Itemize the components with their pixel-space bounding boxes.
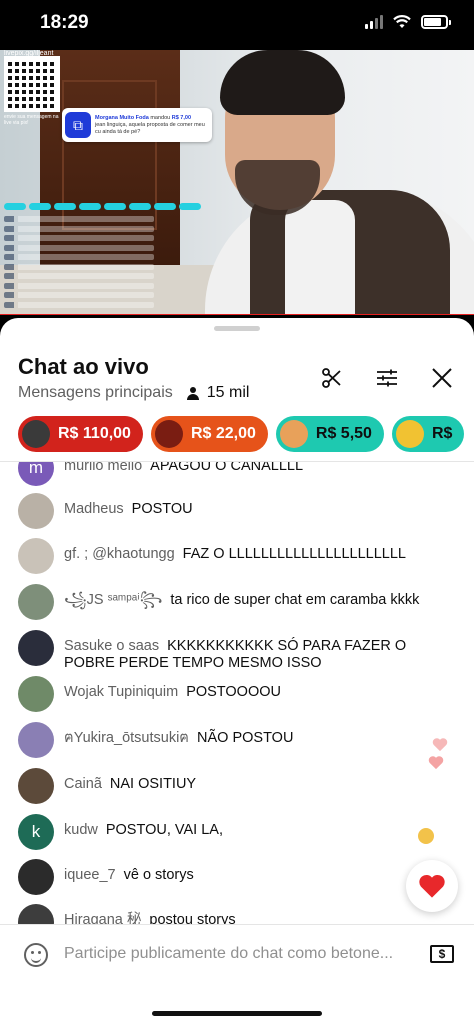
donation-verb: mandou: [150, 114, 171, 121]
avatar: k: [18, 814, 54, 850]
chat-input[interactable]: [64, 945, 404, 963]
signal-icon: [365, 15, 383, 29]
avatar: [22, 420, 50, 448]
message-author[interactable]: kudw: [64, 822, 98, 838]
avatar: [18, 722, 54, 758]
chat-mode[interactable]: Mensagens principais: [18, 384, 173, 402]
donation-amount: R$ 7,00: [171, 114, 191, 121]
chat-title: Chat ao vivo: [18, 354, 149, 379]
super-chat-ticker: R$ 110,00 R$ 22,00 R$ 5,50 R$: [18, 416, 465, 452]
message-author[interactable]: murilo mello: [64, 462, 142, 474]
chat-message: Sasuke o saas KKKKKKKKKKK SÓ PARA FAZER O…: [18, 630, 458, 672]
super-chat-chip[interactable]: R$ 22,00: [150, 416, 268, 452]
floating-heart-icon: [428, 756, 444, 770]
overlay-chat: [4, 216, 154, 311]
chat-mode-selector[interactable]: Mensagens principais 15 mil: [18, 384, 249, 402]
overlay-superchat-ticker: [4, 203, 201, 210]
chat-message: ฅYukira_ōtsutsukiฅ NÃO POSTOU: [18, 722, 458, 758]
avatar: [18, 630, 54, 666]
message-text: FAZ O LLLLLLLLLLLLLLLLLLLLLL: [182, 546, 406, 562]
chat-message: Hiragana 秘 postou storys: [18, 904, 458, 924]
chat-message: m murilo mello APAGOU O CANALLLL: [18, 462, 458, 486]
message-text: POSTOOOOU: [186, 684, 281, 700]
avatar: [18, 538, 54, 574]
qr-caption: envie sua mensagem na live via pix!: [4, 114, 59, 126]
avatar: [18, 676, 54, 712]
message-text: ta rico de super chat em caramba kkkk: [170, 592, 420, 608]
message-text: APAGOU O CANALLLL: [150, 462, 304, 474]
message-text: POSTOU: [131, 501, 193, 517]
message-author[interactable]: Cainã: [64, 776, 102, 792]
home-indicator[interactable]: [152, 1011, 322, 1016]
avatar: [18, 768, 54, 804]
battery-icon: [421, 15, 451, 29]
message-text: NAI OSITIUY: [109, 776, 197, 792]
avatar: [395, 420, 424, 448]
avatar: m: [18, 462, 54, 486]
message-author[interactable]: ฅYukira_ōtsutsukiฅ: [64, 730, 189, 746]
tune-icon[interactable]: [373, 364, 401, 392]
floating-emoji-icon: [418, 828, 434, 844]
chat-message: ꧁JS ˢᵃᵐᵖᵃⁱ꧂ ta rico de super chat em cara…: [18, 584, 458, 620]
viewers-icon: [186, 386, 199, 400]
message-author[interactable]: Madheus: [64, 501, 124, 517]
avatar: [18, 904, 54, 924]
chat-message-list[interactable]: m murilo mello APAGOU O CANALLLL Madheus P…: [0, 462, 474, 924]
sheet-grabber[interactable]: [214, 326, 260, 331]
livepix-logo-icon: ⧉: [65, 112, 91, 138]
message-author[interactable]: Wojak Tupiniquim: [64, 684, 178, 700]
chat-message: Madheus POSTOU: [18, 493, 458, 529]
message-text: vê o storys: [123, 867, 194, 883]
donation-alert: ⧉ Morgana Muito Foda mandou R$ 7,00 jean…: [62, 108, 212, 142]
message-author[interactable]: gf. ; @khaotungg: [64, 546, 175, 562]
avatar: [279, 420, 308, 448]
chat-message: gf. ; @khaotungg FAZ O LLLLLLLLLLLLLLLLLL…: [18, 538, 458, 574]
status-time: 18:29: [40, 12, 89, 33]
dollar-icon[interactable]: $: [430, 945, 454, 963]
avatar: [18, 493, 54, 529]
chat-message: k kudw POSTOU, VAI LA,: [18, 814, 458, 850]
viewer-count: 15 mil: [206, 384, 250, 401]
avatar: [154, 420, 183, 448]
donation-donor: Morgana Muito Foda: [95, 114, 149, 121]
video-player[interactable]: livepix.gg/iljeant envie sua mensagem na…: [0, 50, 474, 315]
message-author[interactable]: Hiragana 秘: [64, 912, 141, 924]
super-chat-chip[interactable]: R$: [391, 416, 465, 452]
donation-message: jean linguiça, aquela proposta de comer …: [95, 121, 205, 135]
chat-message: Cainã NAI OSITIUY: [18, 768, 458, 804]
qr-code: [4, 56, 60, 112]
message-author[interactable]: ꧁JS ˢᵃᵐᵖᵃⁱ꧂: [64, 592, 162, 608]
chat-message: iquee_7 vê o storys: [18, 859, 458, 895]
avatar: [18, 859, 54, 895]
heart-icon: [419, 874, 445, 898]
message-text: NÃO POSTOU: [197, 730, 294, 746]
video-progress-bar[interactable]: [0, 314, 474, 315]
message-text: POSTOU, VAI LA,: [105, 822, 223, 838]
message-author[interactable]: iquee_7: [64, 867, 116, 883]
status-icons: [365, 15, 451, 29]
super-chat-chip[interactable]: R$ 110,00: [18, 416, 143, 452]
message-text: postou storys: [149, 912, 236, 924]
live-chat-panel: Chat ao vivo Mensagens principais 15 mil…: [0, 318, 474, 1026]
chat-message: Wojak Tupiniquim POSTOOOOU: [18, 676, 458, 712]
wifi-icon: [393, 15, 411, 28]
chat-input-bar: $: [0, 924, 474, 984]
scissors-icon[interactable]: [318, 364, 346, 392]
emoji-icon[interactable]: [24, 943, 48, 967]
heart-reaction-button[interactable]: [406, 860, 458, 912]
status-bar: 18:29: [0, 0, 474, 50]
close-icon[interactable]: [428, 364, 456, 392]
avatar: [18, 584, 54, 620]
super-chat-chip[interactable]: R$ 5,50: [275, 416, 384, 452]
floating-heart-icon: [432, 738, 448, 752]
message-author[interactable]: Sasuke o saas: [64, 638, 159, 654]
